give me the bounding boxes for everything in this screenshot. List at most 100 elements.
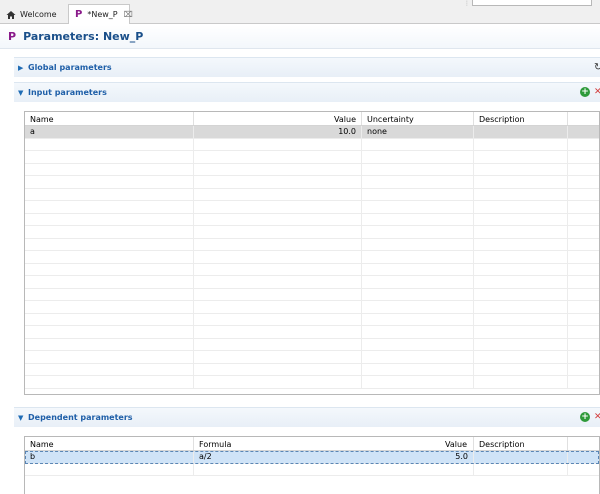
column-header-description-wrap: Value Description [445, 437, 568, 450]
cell-empty [25, 313, 194, 325]
column-header-formula[interactable]: Formula [194, 437, 474, 450]
cell-empty [362, 176, 474, 188]
cell-empty [474, 338, 568, 350]
table-row[interactable]: b a/2 5.0 [25, 451, 599, 464]
remove-icon[interactable]: ✕ [594, 87, 600, 97]
table-row-empty [25, 276, 599, 289]
cell-empty [194, 226, 362, 238]
quick-access-input[interactable] [472, 0, 592, 6]
editor-header: P Parameters: New_P [0, 25, 600, 49]
cell-empty [474, 138, 568, 150]
cell-description[interactable] [474, 451, 568, 463]
chevron-down-icon[interactable]: ▼ [18, 89, 28, 97]
add-icon[interactable]: + [580, 87, 590, 97]
cell-value[interactable]: 5.0 [455, 452, 468, 461]
cell-empty [194, 326, 362, 338]
cell-empty [474, 363, 568, 375]
cell-empty [362, 263, 474, 275]
cell-empty [474, 151, 568, 163]
cell-empty [568, 214, 599, 226]
cell-empty [194, 338, 362, 350]
column-header-value[interactable]: Value [445, 440, 467, 449]
cell-empty [474, 301, 568, 313]
section-input-parameters[interactable]: ▼ Input parameters + ✕ [14, 82, 600, 102]
cell-empty [25, 201, 194, 213]
cell-empty [25, 138, 194, 150]
column-header-uncertainty[interactable]: Uncertainty [362, 112, 474, 125]
section-dependent-parameters[interactable]: ▼ Dependent parameters + ✕ [14, 407, 600, 427]
cell-empty [568, 189, 599, 201]
cell-empty [568, 139, 599, 151]
column-header-name[interactable]: Name [25, 112, 194, 125]
table-row-empty [25, 326, 599, 339]
cell-empty [194, 176, 362, 188]
remove-icon[interactable]: ✕ [594, 412, 600, 422]
cell-formula[interactable]: a/2 5.0 [194, 451, 474, 463]
column-header-value[interactable]: Value [194, 112, 362, 125]
cell-value[interactable]: 10.0 [194, 126, 362, 138]
cell-empty [25, 288, 194, 300]
empty-rows [25, 138, 599, 389]
section-global-parameters[interactable]: ▶ Global parameters ↻ [14, 57, 600, 77]
cell-empty [362, 163, 474, 175]
cell-name[interactable]: a [25, 126, 194, 138]
chevron-down-icon[interactable]: ▼ [18, 414, 28, 422]
cell-empty [25, 163, 194, 175]
cell-empty [474, 313, 568, 325]
cell-empty [194, 313, 362, 325]
table-row-empty [25, 351, 599, 364]
cell-empty [362, 226, 474, 238]
table-row-empty [25, 363, 599, 376]
table-row-empty [25, 288, 599, 301]
table-row-empty [25, 176, 599, 189]
cell-empty [568, 351, 599, 363]
cell-description[interactable] [474, 126, 568, 138]
section-actions: + ✕ [580, 87, 600, 97]
tab-welcome-label: Welcome [20, 10, 57, 19]
cell-empty [25, 238, 194, 250]
cell-empty [25, 188, 194, 200]
cell-uncertainty[interactable]: none [362, 126, 474, 138]
section-actions: + ✕ [580, 412, 600, 422]
cell-empty [568, 226, 599, 238]
column-header-filler [568, 112, 599, 125]
add-icon[interactable]: + [580, 412, 590, 422]
cell-empty [474, 213, 568, 225]
column-header-filler [568, 437, 599, 450]
cell-empty [194, 363, 362, 375]
close-icon[interactable]: ⌧ [124, 10, 133, 19]
cell-empty [362, 201, 474, 213]
cell-empty [362, 138, 474, 150]
refresh-icon[interactable]: ↻ [594, 62, 600, 72]
cell-empty [362, 338, 474, 350]
cell-empty [194, 301, 362, 313]
cell-empty [194, 201, 362, 213]
dependent-parameters-table: Name Formula Value Description b a/2 5.0 [24, 436, 600, 494]
home-icon [6, 10, 16, 19]
cell-empty [362, 251, 474, 263]
table-row-empty [25, 376, 599, 389]
table-row[interactable]: a 10.0 none [25, 126, 599, 139]
cell-empty [362, 238, 474, 250]
cell-empty [25, 463, 194, 475]
cell-name[interactable]: b [25, 451, 194, 463]
cell-empty [362, 326, 474, 338]
cell-empty [474, 376, 568, 388]
column-header-name[interactable]: Name [25, 437, 194, 450]
cell-empty [194, 463, 474, 475]
column-header-description[interactable]: Description [474, 112, 568, 125]
cell-filler [568, 451, 599, 463]
cell-empty [25, 251, 194, 263]
cell-empty [362, 276, 474, 288]
cell-empty [25, 213, 194, 225]
editor-tab-bar: Welcome P *New_P ⌧ ⋮ [0, 0, 600, 24]
cell-empty [25, 363, 194, 375]
tab-welcome[interactable]: Welcome [0, 5, 66, 24]
column-header-description[interactable]: Description [479, 440, 525, 449]
chevron-right-icon[interactable]: ▶ [18, 64, 28, 72]
tab-new-p[interactable]: P *New_P ⌧ [68, 4, 133, 24]
cell-empty [25, 326, 194, 338]
cell-empty [568, 151, 599, 163]
cell-empty [362, 188, 474, 200]
table-row-empty [25, 163, 599, 176]
